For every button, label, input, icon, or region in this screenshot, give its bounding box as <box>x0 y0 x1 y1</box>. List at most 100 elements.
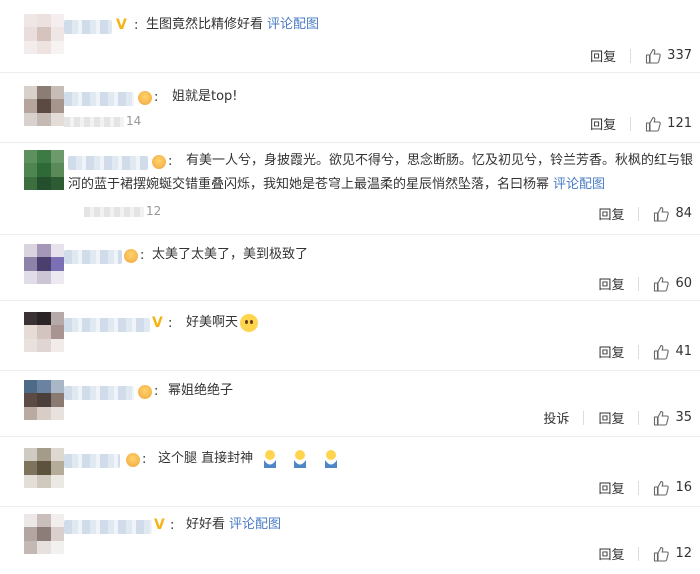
like-button[interactable]: 337 <box>645 48 692 64</box>
fan-badge-icon <box>152 155 166 169</box>
reply-button[interactable]: 回复 <box>598 342 624 361</box>
comment-actions: 回复 12 <box>584 544 692 563</box>
divider <box>630 48 632 63</box>
avatar[interactable] <box>24 244 64 284</box>
comment-text: 幂姐绝绝子 <box>168 380 233 402</box>
comment-body: 好美啊天 <box>186 315 239 330</box>
meta-text: 14 <box>126 114 142 128</box>
avatar[interactable] <box>24 14 64 54</box>
comment-actions: 回复 337 <box>576 46 692 65</box>
colon: : <box>134 18 139 33</box>
username[interactable] <box>64 92 134 106</box>
divider <box>638 206 640 221</box>
thumbs-up-icon <box>646 116 661 132</box>
colon: : <box>154 90 159 105</box>
comment-actions: 回复 121 <box>576 114 692 133</box>
fan-badge-icon <box>138 385 152 399</box>
avatar[interactable] <box>24 150 64 190</box>
reply-button[interactable]: 回复 <box>590 46 616 65</box>
report-button[interactable]: 投诉 <box>543 408 569 427</box>
comment-body: 幂姐绝绝子 <box>168 383 234 398</box>
praying-emoji <box>324 449 337 468</box>
fan-badge-icon <box>138 91 152 105</box>
username[interactable] <box>64 454 120 468</box>
like-button[interactable]: 12 <box>653 546 692 562</box>
colon: : <box>154 384 159 399</box>
comment-text: 好美啊天 <box>186 312 259 334</box>
avatar[interactable] <box>24 514 64 554</box>
comment-item: : 这个腿 直接封神 回复 16 <box>0 436 700 507</box>
reply-button[interactable]: 回复 <box>598 274 624 293</box>
fan-badge-icon <box>124 249 138 263</box>
thumbs-up-icon <box>654 344 670 360</box>
reply-button[interactable]: 回复 <box>590 114 616 133</box>
thumbs-up-icon <box>654 410 670 426</box>
comment-item: : 太美了太美了，美到极致了 回复 60 <box>0 234 700 301</box>
avatar[interactable] <box>24 86 64 126</box>
comment-text: 好好看 评论配图 <box>186 514 281 536</box>
reply-button[interactable]: 回复 <box>598 478 624 497</box>
username[interactable] <box>68 156 148 170</box>
comment-body: 这个腿 直接封神 <box>158 451 254 466</box>
comment-meta: 12 <box>84 204 161 218</box>
like-count: 60 <box>675 276 692 291</box>
colon: : <box>140 248 145 263</box>
divider <box>638 480 640 495</box>
like-button[interactable]: 41 <box>653 344 692 360</box>
sad-face-emoji <box>240 313 259 332</box>
divider <box>638 410 640 425</box>
like-button[interactable]: 35 <box>653 410 692 426</box>
divider <box>638 344 640 359</box>
thumbs-up-icon <box>654 480 670 496</box>
comment-image-link[interactable]: 评论配图 <box>553 177 605 192</box>
username[interactable] <box>64 20 112 34</box>
comment-image-link[interactable]: 评论配图 <box>229 517 281 532</box>
divider <box>630 116 632 131</box>
comment-actions: 回复 60 <box>584 274 692 293</box>
like-count: 35 <box>675 410 692 425</box>
thumbs-up-icon <box>654 276 670 292</box>
like-button[interactable]: 16 <box>653 480 692 496</box>
thumbs-up-icon <box>646 48 661 64</box>
avatar[interactable] <box>24 312 64 352</box>
comment-image-link[interactable]: 评论配图 <box>267 17 319 32</box>
praying-emoji <box>264 449 277 468</box>
username[interactable] <box>64 318 150 332</box>
comment-actions: 回复 16 <box>584 478 692 497</box>
comment-text: 太美了太美了，美到极致了 <box>152 244 308 266</box>
comment-text: 这个腿 直接封神 <box>158 448 344 470</box>
like-button[interactable]: 121 <box>645 116 692 132</box>
comment-text-line1: 有美一人兮，身披霞光。欲见不得兮，思念断肠。忆及初见兮，铃兰芳香。秋枫的红与银 <box>186 153 694 168</box>
like-button[interactable]: 84 <box>653 206 692 222</box>
username[interactable] <box>64 520 152 534</box>
verified-v-icon: V <box>152 315 163 331</box>
reply-button[interactable]: 回复 <box>598 408 624 427</box>
comment-text-line2: 河的蓝于裙摆婉蜒交错重叠闪烁，我知她是苍穹上最温柔的星辰悄然坠落，名曰杨幂 评论配… <box>68 174 605 196</box>
like-count: 84 <box>675 206 692 221</box>
username[interactable] <box>64 250 122 264</box>
colon: : <box>168 154 173 169</box>
avatar[interactable] <box>24 448 64 488</box>
praying-emoji <box>294 449 307 468</box>
like-count: 337 <box>667 48 692 63</box>
thumbs-up-icon <box>654 546 670 562</box>
thumbs-up-icon <box>654 206 670 222</box>
comment-list: V : 生图竟然比精修好看 评论配图 回复 337 : 姐就是top! 14 回复 <box>0 0 700 574</box>
meta-text: 12 <box>146 204 162 218</box>
comment-actions: 回复 41 <box>584 342 692 361</box>
avatar[interactable] <box>24 380 64 420</box>
reply-button[interactable]: 回复 <box>598 204 624 223</box>
comment-item: V : 好好看 评论配图 回复 12 <box>0 506 700 574</box>
comment-item: V : 好美啊天 回复 41 <box>0 300 700 371</box>
username[interactable] <box>64 386 134 400</box>
fan-badge-icon <box>126 453 140 467</box>
like-count: 12 <box>675 546 692 561</box>
verified-v-icon: V <box>154 517 165 533</box>
comment-body: 太美了太美了，美到极致了 <box>152 247 309 262</box>
comment-text: 姐就是top! <box>172 86 238 108</box>
reply-button[interactable]: 回复 <box>598 544 624 563</box>
colon: : <box>170 518 175 533</box>
like-button[interactable]: 60 <box>653 276 692 292</box>
comment-body: 生图竟然比精修好看 <box>146 17 264 32</box>
comment-actions: 投诉 回复 35 <box>529 408 692 427</box>
